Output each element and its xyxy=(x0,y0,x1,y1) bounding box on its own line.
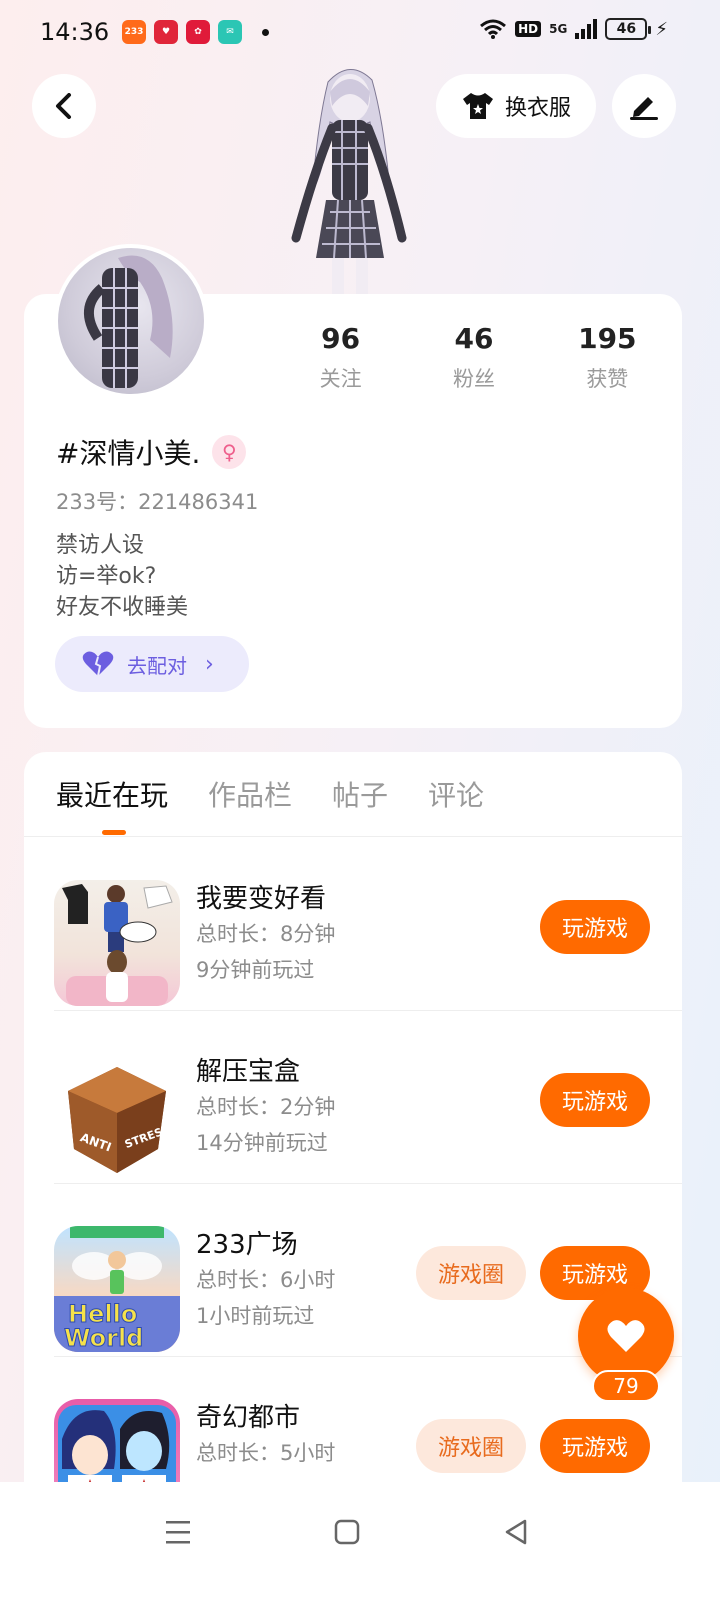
game-icon-wo-yao-bian-hao-kan xyxy=(54,880,180,1006)
tshirt-icon xyxy=(462,93,493,119)
game-name: 奇幻都市 xyxy=(196,1403,301,1433)
like-count-badge: 79 xyxy=(592,1370,660,1402)
stat-followers-label: 粉丝 xyxy=(452,367,495,391)
stat-likes-label: 获赞 xyxy=(586,367,629,391)
back-triangle-icon xyxy=(505,1519,527,1545)
game-row[interactable]: 我要变好看 总时长：8分钟 9分钟前玩过 玩游戏 xyxy=(24,838,682,1011)
game-name: 233广场 xyxy=(196,1230,298,1260)
game-circle-button[interactable]: 游戏圈 xyxy=(416,1246,526,1300)
bio-line: 好友不收睡美 xyxy=(56,595,189,620)
edit-pen-icon xyxy=(630,97,658,120)
change-outfit-button[interactable]: 换衣服 xyxy=(436,74,596,138)
hd-icon: HD xyxy=(515,21,542,37)
play-game-button[interactable]: 玩游戏 xyxy=(540,1073,650,1127)
profile-stats: 96 关注 46 粉丝 195 获赞 xyxy=(274,322,674,393)
game-duration: 总时长：5小时 xyxy=(196,1441,336,1465)
game-name: 解压宝盒 xyxy=(196,1057,301,1087)
stat-likes[interactable]: 195 获赞 xyxy=(541,322,674,393)
stat-following[interactable]: 96 关注 xyxy=(274,322,407,393)
play-game-button[interactable]: 玩游戏 xyxy=(540,900,650,954)
play-game-button[interactable]: 玩游戏 xyxy=(540,1419,650,1473)
more-notifications-dot xyxy=(262,28,269,36)
active-tab-indicator xyxy=(102,830,126,835)
charging-icon: ⚡ xyxy=(655,18,668,40)
network-label: 5G xyxy=(549,22,568,36)
change-outfit-label: 换衣服 xyxy=(504,96,571,121)
bio-line: 访=举ok? xyxy=(56,564,157,589)
signal-icon xyxy=(575,19,598,39)
status-right: HD 5G 46 ⚡ xyxy=(479,18,668,40)
app-chat-icon: ✉ xyxy=(218,20,242,44)
username: #深情小美. xyxy=(56,437,201,470)
back-button[interactable] xyxy=(32,74,96,138)
recent-games-card: 最近在玩 作品栏 帖子 评论 我要变好看 总时长：8分钟 9分钟前玩过 玩游戏 xyxy=(24,752,682,1512)
username-row: #深情小美. ♀ xyxy=(56,432,247,472)
stat-following-value: 96 xyxy=(321,322,361,355)
tab-comments[interactable]: 评论 xyxy=(428,774,484,814)
status-bar: 14:36 233 ♥ ✿ ✉ HD 5G 46 ⚡ xyxy=(0,0,720,64)
user-avatar[interactable] xyxy=(54,244,208,398)
user-id: 233号：221486341 xyxy=(56,490,259,514)
stat-followers[interactable]: 46 粉丝 xyxy=(407,322,540,393)
notification-icons: 233 ♥ ✿ ✉ xyxy=(122,20,269,44)
svg-text:World: World xyxy=(64,1324,143,1352)
game-icon-233-plaza: Hello World xyxy=(54,1226,180,1352)
app-heart-icon: ♥ xyxy=(154,20,178,44)
game-duration: 总时长：6小时 xyxy=(196,1268,336,1292)
chevron-right-icon: › xyxy=(205,651,214,677)
home-square-icon xyxy=(334,1519,360,1545)
game-icon-anti-stress-box: ANTI STRESS xyxy=(54,1053,180,1179)
app-red-icon: ✿ xyxy=(186,20,210,44)
game-row[interactable]: ANTI STRESS 解压宝盒 总时长：2分钟 14分钟前玩过 玩游戏 xyxy=(24,1011,682,1184)
battery-icon: 46 xyxy=(605,18,652,40)
tab-works[interactable]: 作品栏 xyxy=(208,774,292,814)
tabs-divider xyxy=(24,836,682,837)
game-circle-button[interactable]: 游戏圈 xyxy=(416,1419,526,1473)
game-last-played: 9分钟前玩过 xyxy=(196,958,315,982)
back-arrow-icon xyxy=(56,93,71,119)
menu-nav-button[interactable] xyxy=(158,1512,198,1552)
tab-posts[interactable]: 帖子 xyxy=(332,774,388,814)
edit-profile-button[interactable] xyxy=(612,74,676,138)
system-nav-bar xyxy=(0,1482,720,1600)
stat-followers-value: 46 xyxy=(454,322,494,355)
menu-icon xyxy=(166,1521,190,1544)
stat-likes-value: 195 xyxy=(578,322,637,355)
game-name: 我要变好看 xyxy=(196,884,327,914)
game-duration: 总时长：2分钟 xyxy=(196,1095,336,1119)
profile-tabs: 最近在玩 作品栏 帖子 评论 xyxy=(56,774,484,814)
avatar-character-illustration[interactable] xyxy=(280,62,420,296)
stat-following-label: 关注 xyxy=(319,367,362,391)
status-time: 14:36 xyxy=(40,18,110,46)
go-match-button[interactable]: 去配对 › xyxy=(55,636,249,692)
game-duration: 总时长：8分钟 xyxy=(196,922,336,946)
back-nav-button[interactable] xyxy=(496,1512,536,1552)
go-match-label: 去配对 xyxy=(127,653,187,678)
game-last-played: 1小时前玩过 xyxy=(196,1304,315,1328)
heart-icon xyxy=(607,1320,645,1352)
game-last-played: 14分钟前玩过 xyxy=(196,1131,328,1155)
app-233-icon: 233 xyxy=(122,20,146,44)
tab-recently-played[interactable]: 最近在玩 xyxy=(56,774,168,814)
user-bio: 禁访人设 访=举ok? 好友不收睡美 xyxy=(56,530,188,623)
bio-line: 禁访人设 xyxy=(56,533,145,558)
female-gender-icon: ♀ xyxy=(212,435,247,469)
wifi-icon xyxy=(480,19,507,39)
heart-icon xyxy=(82,651,114,677)
home-nav-button[interactable] xyxy=(327,1512,367,1552)
